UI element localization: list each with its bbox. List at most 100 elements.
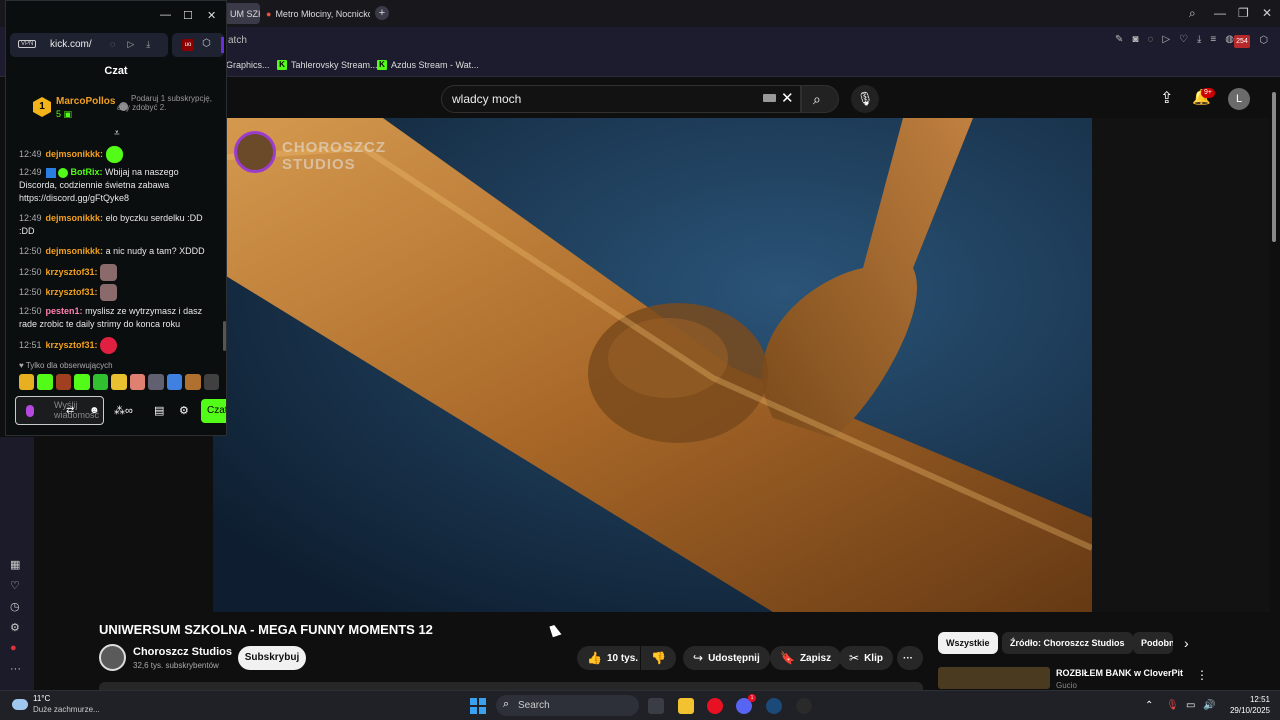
close-icon[interactable]: ✕ [1262, 6, 1272, 20]
task-view-icon[interactable] [648, 698, 664, 714]
channel-avatar[interactable] [99, 644, 126, 671]
popup-address-bar[interactable]: VPN kick.com/ ◌ ▷ ⤓ [10, 33, 168, 57]
play-icon[interactable]: ▷ [1162, 34, 1170, 45]
cube-icon[interactable]: ⬡ [1259, 35, 1268, 46]
chip-source[interactable]: Źródło: Choroszcz Studios [1002, 632, 1133, 654]
recommendation-thumbnail[interactable] [938, 667, 1050, 689]
recommendation-title[interactable]: ROZBIŁEM BANK w CloverPit [1056, 668, 1183, 678]
emote-icon[interactable] [111, 374, 127, 390]
new-tab-plus-icon[interactable]: + [375, 6, 389, 20]
pinned-chevron-icon[interactable]: ⩡ [114, 128, 120, 139]
share-button[interactable]: ↪ Udostępnij [683, 646, 770, 670]
message-user[interactable]: dejmsonikkk: [46, 213, 104, 223]
channel-name[interactable]: Choroszcz Studios [133, 646, 232, 658]
emote-icon[interactable] [100, 284, 118, 301]
microphone-icon[interactable] [26, 405, 34, 417]
message-user[interactable]: pesten1: [46, 306, 83, 316]
url-fragment[interactable]: atch [228, 35, 247, 46]
like-button[interactable]: 👍 10 tys. [577, 646, 640, 670]
system-clock[interactable]: 12:51 29/10/2025 [1226, 694, 1270, 716]
recommendation-menu-icon[interactable]: ⋮ [1196, 668, 1208, 682]
emote-icon[interactable] [100, 337, 118, 354]
opera-browser-icon[interactable] [707, 698, 723, 714]
edit-icon[interactable]: ✎ [1115, 34, 1123, 45]
chat-message-input[interactable]: Wyślij wiadomość ⇄ ☻ [15, 396, 104, 425]
message-user[interactable]: dejmsonikkk: [46, 149, 104, 159]
bookmark-tahlerovsky[interactable]: K Tahlerovsky Stream... [277, 60, 378, 70]
browser-tab-active[interactable]: UM SZK [224, 3, 260, 24]
ublock-icon[interactable]: ● [10, 642, 17, 654]
message-user[interactable]: krzysztof31: [46, 340, 98, 350]
channel-points-icon[interactable]: ⁂∞ [114, 404, 133, 417]
microphone-tray-icon[interactable]: 🎙 [1166, 700, 1179, 711]
download-icon[interactable]: ⤓ [146, 39, 150, 50]
camera-icon[interactable]: ◙ [1132, 34, 1138, 45]
emote-icon[interactable] [105, 146, 123, 163]
cube-icon[interactable]: ⬡ [202, 38, 211, 49]
page-scrollbar[interactable] [1272, 92, 1276, 242]
emoji-icon[interactable]: ☻ [89, 405, 100, 416]
settings-gear-icon[interactable]: ⚙ [10, 621, 20, 634]
steam-icon[interactable] [766, 698, 782, 714]
emote-icon[interactable] [55, 374, 72, 390]
subscribe-button[interactable]: Subskrybuj [238, 646, 306, 670]
profile-icon[interactable]: ◍ [1225, 34, 1234, 45]
apps-grid-icon[interactable]: ▦ [10, 558, 20, 571]
more-actions-button[interactable]: ··· [897, 646, 923, 670]
restore-icon[interactable]: ❐ [1238, 6, 1249, 20]
windows-start-icon[interactable] [470, 698, 486, 714]
search-button[interactable]: ⌕ [801, 85, 839, 113]
dislike-button[interactable]: 👎 [641, 646, 676, 670]
display-tray-icon[interactable]: ▭ [1186, 700, 1195, 711]
chevron-right-icon[interactable]: › [1184, 635, 1189, 651]
minimize-icon[interactable]: — [160, 9, 171, 21]
command-icon[interactable]: ⇄ [66, 405, 74, 416]
close-icon[interactable]: ✕ [207, 9, 216, 22]
weather-cloud-icon[interactable] [12, 699, 28, 710]
emote-icon[interactable] [148, 374, 164, 390]
heart-icon[interactable]: ♡ [1179, 34, 1188, 45]
emote-icon[interactable] [166, 374, 183, 390]
heart-icon[interactable]: ♡ [10, 579, 20, 592]
extension-badge[interactable]: 254 [1234, 35, 1250, 48]
download-icon[interactable]: ⤓ [1197, 34, 1201, 45]
file-explorer-icon[interactable] [678, 698, 694, 714]
description-box[interactable] [99, 682, 923, 690]
emote-icon[interactable] [185, 374, 201, 390]
maximize-icon[interactable]: ☐ [183, 9, 193, 22]
history-clock-icon[interactable]: ◷ [10, 600, 20, 613]
emote-icon[interactable] [100, 264, 118, 281]
weather-temperature[interactable]: 11°C [33, 694, 50, 703]
message-user[interactable]: BotRix: [71, 167, 103, 177]
popup-url[interactable]: kick.com/ [50, 39, 92, 50]
top-gifter-name[interactable]: MarcoPollos [56, 96, 115, 107]
play-icon[interactable]: ▷ [127, 39, 134, 50]
chip-similar[interactable]: Podobne [1133, 632, 1173, 654]
vpn-badge[interactable]: VPN [18, 40, 37, 48]
clip-button[interactable]: ✂ Klip [839, 646, 893, 670]
more-dots-icon[interactable]: ··· [10, 663, 21, 675]
weather-condition[interactable]: Duże zachmurze... [33, 705, 100, 714]
clear-search-icon[interactable]: ✕ [781, 89, 794, 107]
emote-icon[interactable] [203, 374, 219, 390]
emote-icon[interactable] [19, 374, 35, 390]
menu-icon[interactable]: ≡ [1210, 34, 1216, 45]
store-icon[interactable]: ▤ [154, 404, 164, 417]
save-button[interactable]: 🔖 Zapisz [770, 646, 842, 670]
message-user[interactable]: krzysztof31: [46, 267, 98, 277]
minimize-icon[interactable]: — [1214, 6, 1226, 20]
search-value[interactable]: wladcy moch [452, 92, 521, 106]
emote-icon[interactable] [129, 374, 146, 390]
emote-icon[interactable] [37, 374, 53, 390]
bookmark-azdus[interactable]: K Azdus Stream - Wat... [377, 60, 479, 70]
message-user[interactable]: dejmsonikkk: [46, 246, 104, 256]
app-icon[interactable] [796, 698, 812, 714]
video-player[interactable] [213, 118, 1092, 612]
message-user[interactable]: krzysztof31: [46, 287, 98, 297]
ublock-icon[interactable]: uo [182, 39, 194, 51]
browser-tab-maps[interactable]: ● Metro Młociny, Nocnicko [260, 3, 370, 24]
tab-search-icon[interactable]: ⌕ [1189, 6, 1196, 21]
shield-icon[interactable]: ◌ [1147, 34, 1153, 45]
bookmark-graphics[interactable]: Graphics... [226, 60, 270, 70]
taskbar-search-box[interactable]: ⌕ Search [496, 695, 639, 716]
